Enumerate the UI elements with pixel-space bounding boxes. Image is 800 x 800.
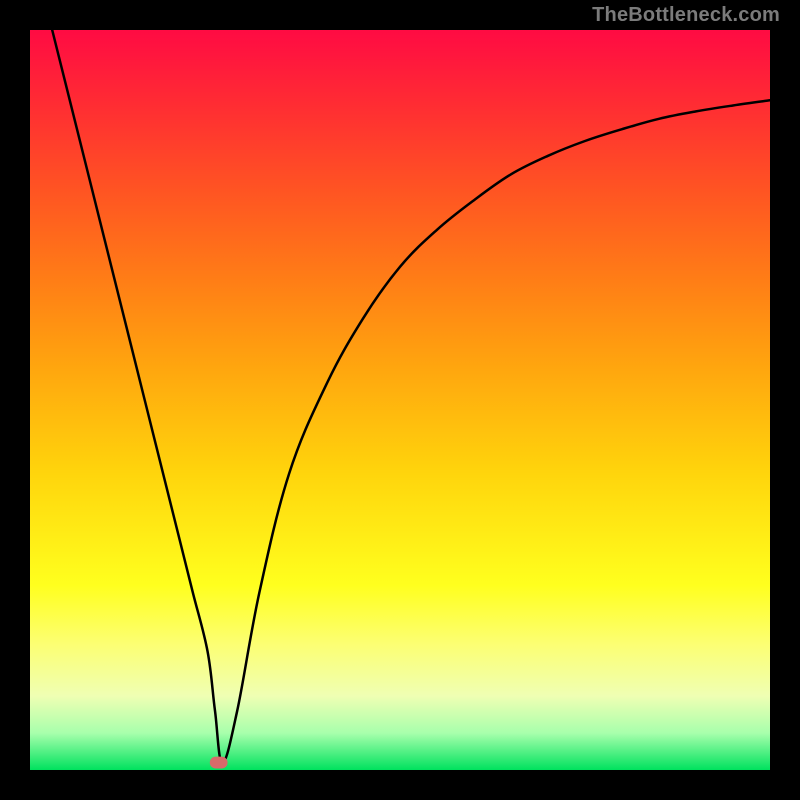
plot-area (30, 30, 770, 770)
optimum-marker-icon (210, 757, 228, 769)
bottleneck-curve (52, 30, 770, 763)
chart-svg (30, 30, 770, 770)
chart-frame: TheBottleneck.com (0, 0, 800, 800)
watermark-text: TheBottleneck.com (592, 4, 780, 27)
